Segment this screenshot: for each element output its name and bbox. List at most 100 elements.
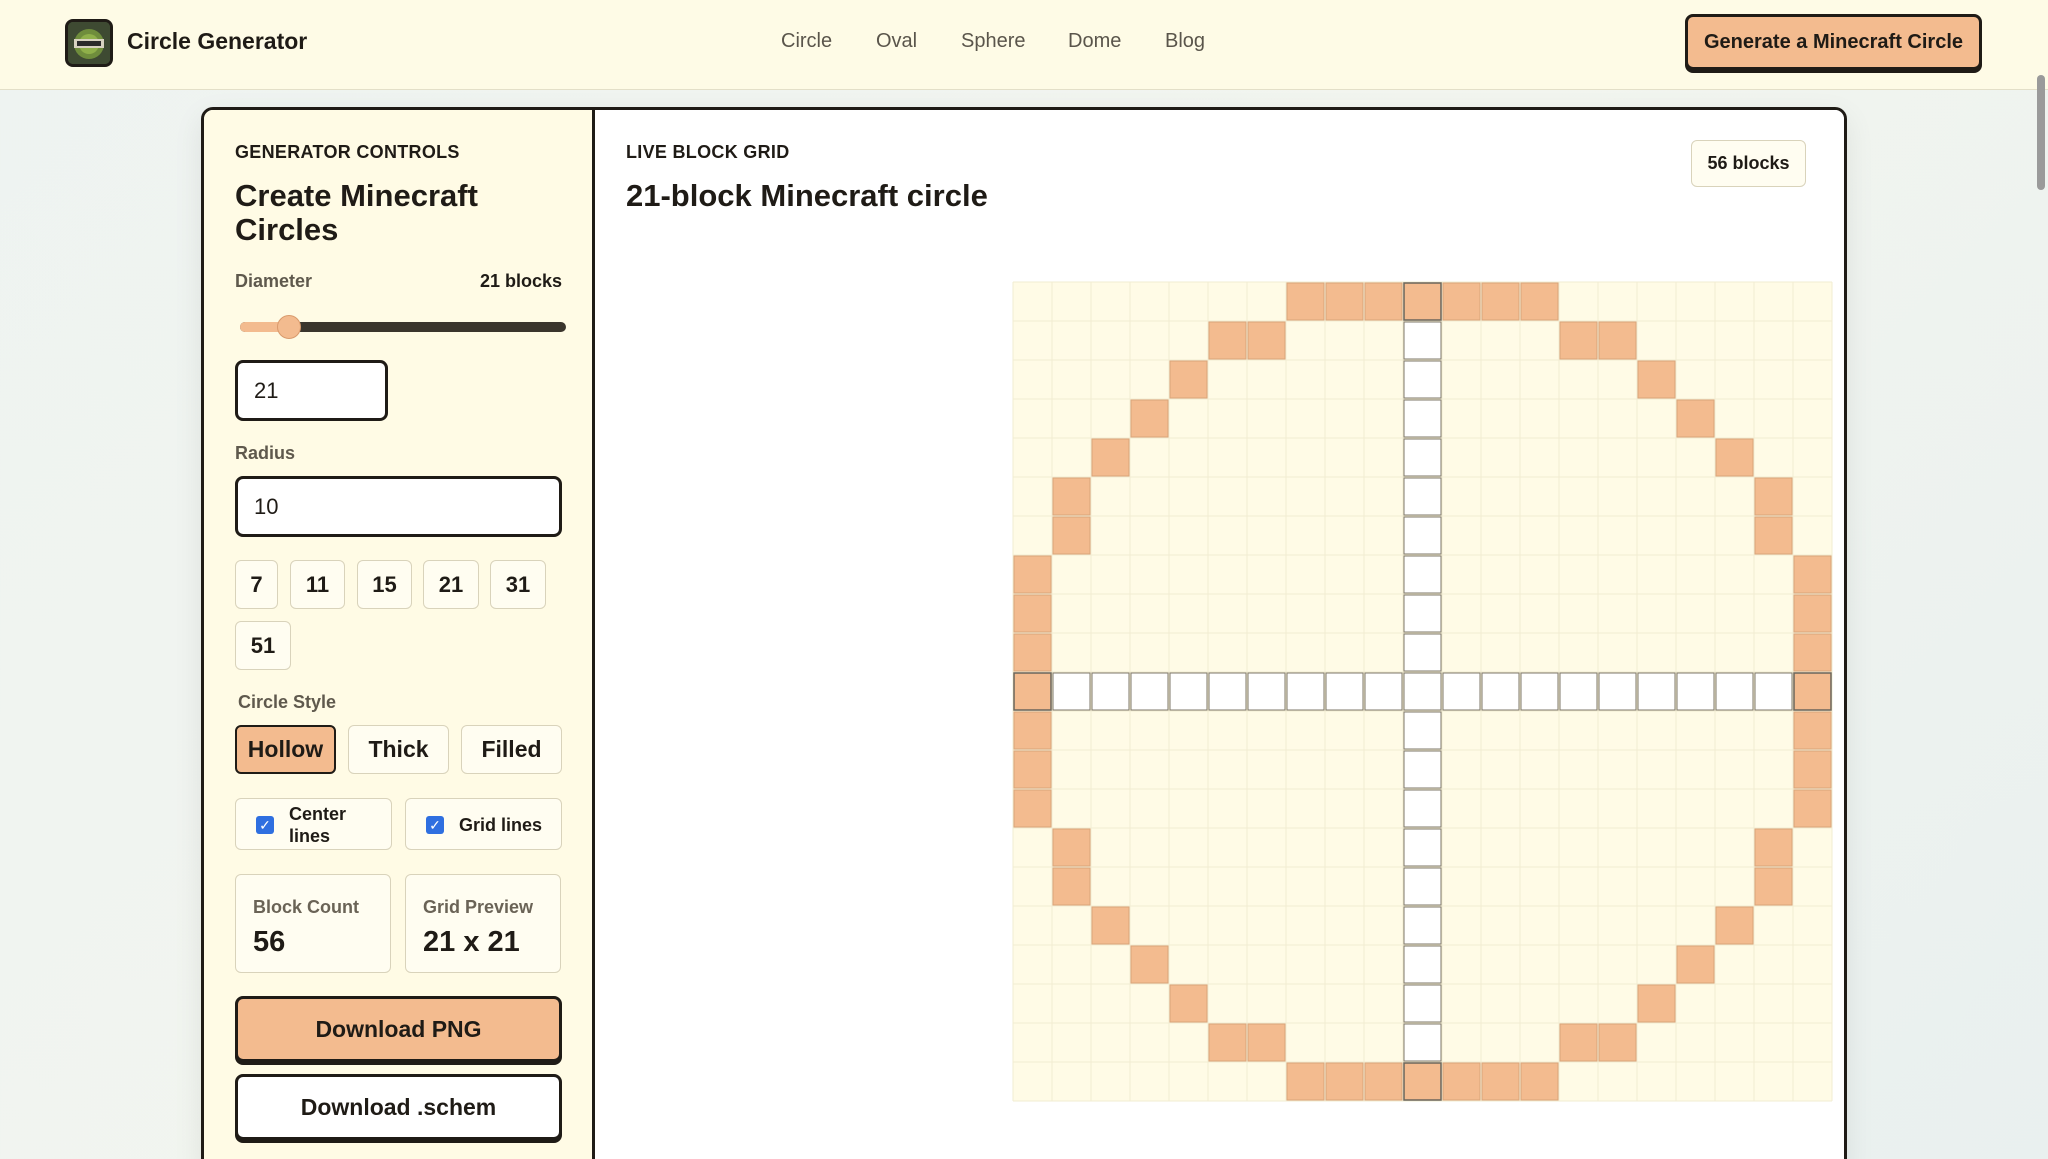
nav-link-dome[interactable]: Dome [1068, 30, 1121, 53]
center-line-cell [1676, 672, 1715, 711]
circle-block [1013, 594, 1052, 633]
nav-link-blog[interactable]: Blog [1165, 30, 1205, 53]
circle-block [1052, 828, 1091, 867]
center-line-cell [1247, 672, 1286, 711]
circle-block [1013, 672, 1052, 711]
preset-21-button[interactable]: 21 [423, 560, 479, 609]
circle-block [1247, 321, 1286, 360]
preset-15-button[interactable]: 15 [357, 560, 412, 609]
circle-block [1169, 360, 1208, 399]
generator-card: GENERATOR CONTROLS Create Minecraft Circ… [201, 107, 1847, 1159]
download-png-button[interactable]: Download PNG [235, 996, 562, 1062]
circle-block [1052, 516, 1091, 555]
download-schem-button[interactable]: Download .schem [235, 1074, 562, 1140]
diameter-input[interactable]: 21 [235, 360, 388, 421]
center-lines-checkbox[interactable]: ✓ [256, 816, 274, 834]
circle-block [1676, 399, 1715, 438]
center-line-cell [1754, 672, 1793, 711]
live-block-grid-panel: LIVE BLOCK GRID 21-block Minecraft circl… [595, 110, 1844, 1159]
circle-block [1208, 321, 1247, 360]
circle-block [1013, 750, 1052, 789]
radius-input[interactable]: 10 [235, 476, 562, 537]
center-line-cell [1052, 672, 1091, 711]
diameter-slider-thumb[interactable] [276, 315, 301, 339]
circle-block [1754, 867, 1793, 906]
circle-style-label: Circle Style [238, 692, 337, 712]
center-line-cell [1403, 516, 1442, 555]
block-count-value: 56 [253, 926, 286, 958]
controls-eyebrow: GENERATOR CONTROLS [235, 142, 460, 162]
circle-block [1793, 750, 1832, 789]
circle-block [1364, 282, 1403, 321]
circle-block [1676, 945, 1715, 984]
preset-51-button[interactable]: 51 [235, 621, 291, 670]
nav-link-sphere[interactable]: Sphere [961, 30, 1026, 53]
center-lines-toggle[interactable]: ✓ Center lines [235, 798, 392, 850]
circle-block [1520, 282, 1559, 321]
center-line-cell [1169, 672, 1208, 711]
grid-preview-card: Grid Preview 21 x 21 [405, 874, 561, 973]
page-scrollbar-thumb[interactable] [2037, 75, 2045, 190]
circle-block [1754, 516, 1793, 555]
circle-block [1247, 1023, 1286, 1062]
preset-31-button[interactable]: 31 [490, 560, 546, 609]
circle-block [1793, 672, 1832, 711]
circle-block [1052, 477, 1091, 516]
block-grid-canvas[interactable] [595, 110, 1847, 1159]
grid-preview-value: 21 x 21 [423, 926, 520, 958]
center-line-cell [1403, 1023, 1442, 1062]
circle-block [1793, 555, 1832, 594]
center-line-cell [1403, 984, 1442, 1023]
nav-link-circle[interactable]: Circle [781, 30, 832, 53]
center-line-cell [1130, 672, 1169, 711]
circle-block [1598, 321, 1637, 360]
center-line-cell [1637, 672, 1676, 711]
circle-block [1403, 1062, 1442, 1101]
center-line-cell [1208, 672, 1247, 711]
diameter-value: 21 blocks [479, 271, 562, 291]
grid-lines-toggle[interactable]: ✓ Grid lines [405, 798, 562, 850]
circle-block [1130, 945, 1169, 984]
center-lines-label: Center lines [289, 804, 347, 846]
circle-block [1325, 282, 1364, 321]
circle-block [1130, 399, 1169, 438]
center-line-cell [1715, 672, 1754, 711]
center-line-cell [1403, 438, 1442, 477]
controls-title: Create Minecraft Circles [235, 178, 478, 247]
center-line-cell [1481, 672, 1520, 711]
center-line-cell [1325, 672, 1364, 711]
center-line-cell [1559, 672, 1598, 711]
circle-block [1286, 282, 1325, 321]
center-line-cell [1403, 906, 1442, 945]
center-line-cell [1598, 672, 1637, 711]
circle-block [1013, 789, 1052, 828]
circle-block [1793, 633, 1832, 672]
preset-11-button[interactable]: 11 [290, 560, 345, 609]
circle-block [1793, 789, 1832, 828]
grid-lines-label: Grid lines [459, 815, 543, 835]
circle-block [1403, 282, 1442, 321]
grid-lines-checkbox[interactable]: ✓ [426, 816, 444, 834]
preset-7-button[interactable]: 7 [235, 560, 278, 609]
center-line-cell [1442, 672, 1481, 711]
circle-block [1598, 1023, 1637, 1062]
center-line-cell [1403, 789, 1442, 828]
style-hollow-button[interactable]: Hollow [235, 725, 336, 774]
circle-block [1013, 711, 1052, 750]
circle-block [1637, 984, 1676, 1023]
circle-block [1520, 1062, 1559, 1101]
circle-block [1091, 906, 1130, 945]
circle-block [1715, 906, 1754, 945]
nav-link-oval[interactable]: Oval [876, 30, 917, 53]
circle-block [1013, 555, 1052, 594]
center-line-cell [1403, 828, 1442, 867]
center-line-cell [1403, 360, 1442, 399]
generate-circle-button[interactable]: Generate a Minecraft Circle [1685, 14, 1982, 70]
style-filled-button[interactable]: Filled [461, 725, 562, 774]
center-line-cell [1403, 945, 1442, 984]
style-thick-button[interactable]: Thick [348, 725, 449, 774]
center-line-cell [1403, 672, 1442, 711]
circle-block [1559, 321, 1598, 360]
grid-preview-label: Grid Preview [423, 897, 534, 917]
circle-block [1208, 1023, 1247, 1062]
